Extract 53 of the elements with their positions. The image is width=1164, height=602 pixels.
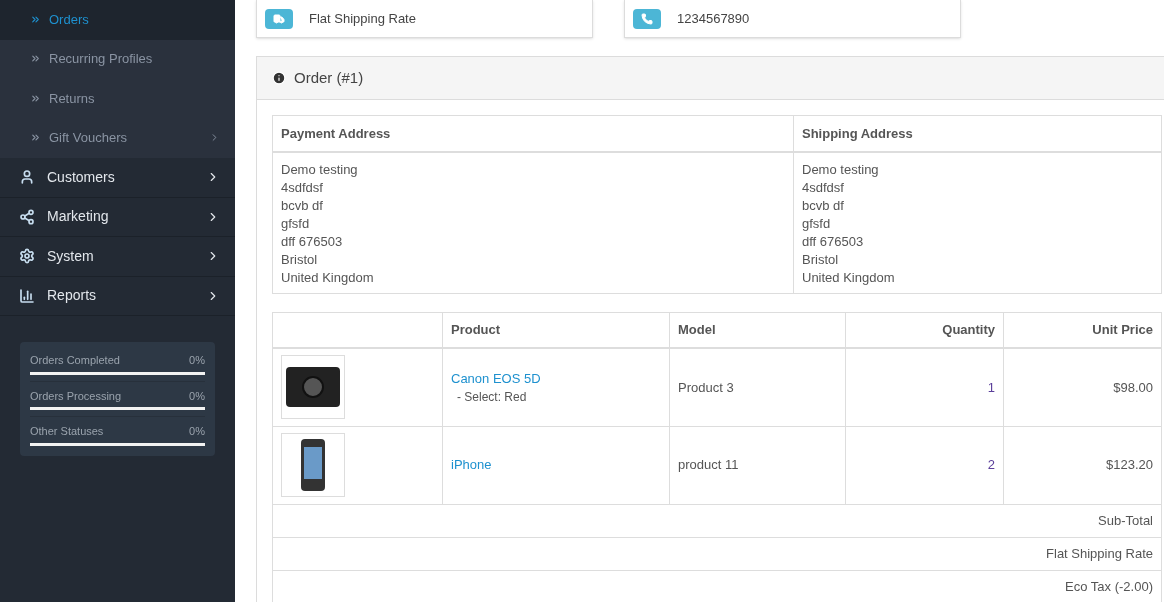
price-cell: $123.20 bbox=[1003, 426, 1162, 504]
truck-icon bbox=[265, 8, 293, 29]
address-line: gfsfd bbox=[802, 214, 832, 233]
quantity-cell: 2 bbox=[845, 426, 1004, 504]
stat-label: Other Statuses bbox=[30, 424, 104, 439]
total-label: Flat Shipping Rate bbox=[272, 537, 1162, 570]
user-icon bbox=[19, 169, 35, 186]
sidebar-item[interactable]: Orders bbox=[0, 0, 235, 40]
address-line: dff 676503 bbox=[802, 232, 865, 251]
info-icon bbox=[272, 71, 286, 85]
address-line: Demo testing bbox=[802, 160, 880, 179]
column-header: Model bbox=[669, 312, 846, 348]
stat-label: Orders Completed bbox=[30, 353, 120, 368]
product-option: - Select: Red bbox=[451, 388, 661, 406]
sidebar-item[interactable]: Gift Vouchers bbox=[0, 118, 235, 158]
phone-icon bbox=[633, 8, 661, 29]
address-line: United Kingdom bbox=[802, 268, 896, 287]
share-icon bbox=[19, 208, 35, 225]
address-line: Bristol bbox=[802, 250, 840, 269]
address-line: 4sdfdsf bbox=[281, 178, 324, 197]
address-line: gfsfd bbox=[281, 214, 311, 233]
sidebar-item[interactable]: Recurring Profiles bbox=[0, 39, 235, 79]
settings-icon bbox=[19, 248, 35, 265]
stat-value: 0% bbox=[189, 353, 205, 368]
address-line: 4sdfdsf bbox=[802, 178, 845, 197]
price-cell: $98.00 bbox=[1003, 348, 1162, 426]
camera-thumbnail bbox=[281, 355, 345, 420]
product-link[interactable]: Canon EOS 5D bbox=[451, 368, 661, 388]
panel-title: Order (#1) bbox=[294, 67, 364, 88]
info-text: Flat Shipping Rate bbox=[309, 9, 416, 28]
info-text: 1234567890 bbox=[677, 9, 750, 28]
model-cell: product 11 bbox=[669, 426, 846, 504]
address-line: dff 676503 bbox=[281, 232, 344, 251]
column-header: Shipping Address bbox=[793, 115, 1162, 152]
column-header: Product bbox=[442, 312, 670, 348]
column-header: Quantity bbox=[845, 312, 1004, 348]
stat-label: Orders Processing bbox=[30, 388, 122, 404]
quantity-cell: 1 bbox=[845, 348, 1004, 426]
address-line: bcvb df bbox=[802, 196, 845, 215]
address-line: Demo testing bbox=[281, 160, 359, 179]
stat-value: 0% bbox=[189, 388, 205, 404]
sidebar-item[interactable]: Returns bbox=[0, 79, 235, 119]
phone-thumbnail bbox=[281, 433, 345, 497]
model-cell: Product 3 bbox=[669, 348, 846, 426]
stat-value: 0% bbox=[189, 424, 205, 439]
total-label: Sub-Total bbox=[272, 504, 1162, 537]
address-line: Bristol bbox=[281, 250, 319, 269]
total-label: Eco Tax (-2.00) bbox=[272, 570, 1162, 602]
address-line: bcvb df bbox=[281, 196, 324, 215]
address-line: United Kingdom bbox=[281, 268, 375, 287]
column-header: Payment Address bbox=[272, 115, 794, 152]
bar-chart-icon bbox=[19, 287, 35, 304]
column-header: Unit Price bbox=[1003, 312, 1162, 348]
